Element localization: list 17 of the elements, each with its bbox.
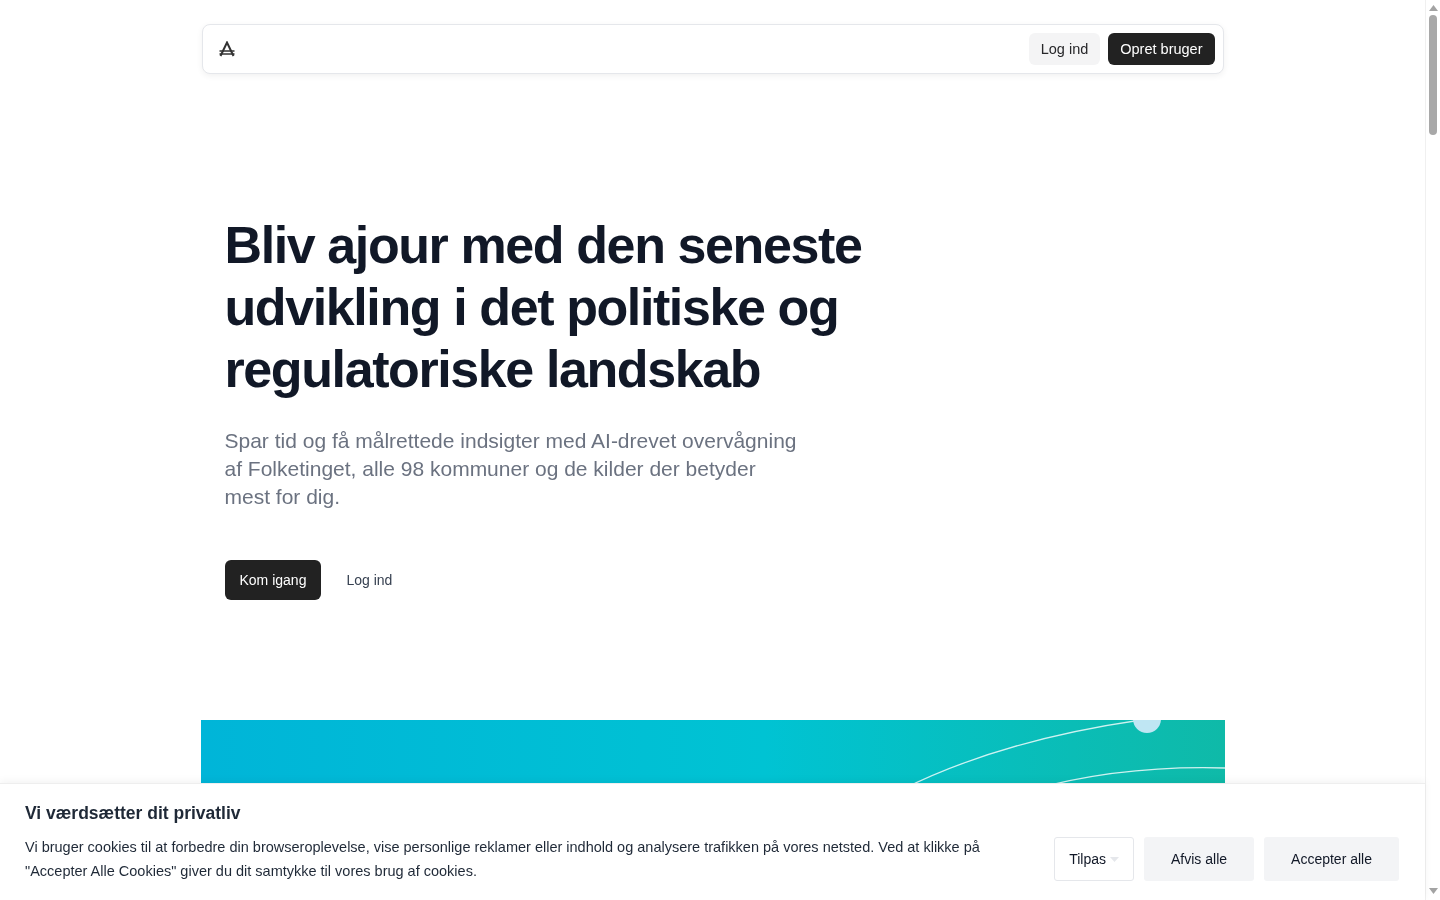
hero-link-button[interactable]: Log ind [331,560,408,600]
down-arrow-icon[interactable] [1428,888,1438,894]
cookie-dropdown-button[interactable]: Tilpas [1054,837,1135,881]
scrollbar-thumb[interactable] [1429,15,1437,135]
logo-icon [218,41,235,57]
hero-button[interactable]: Kom igang [224,560,322,600]
cookie-title: Vi værdsætter dit privatliv [25,802,242,824]
cookie-button[interactable]: Afvis alle [1144,837,1255,881]
nav-button[interactable]: Opret bruger [1108,33,1215,65]
hero-subtitle: Spar tid og få målrettede indsigter med AI-drevet overvågning af Folketinget, alle 98 kommuner og de kilder der betyder mest for dig. [224,428,798,510]
scrollbar[interactable] [1425,0,1440,900]
hero-heading: Bliv ajour med den seneste udvikling i det politiske og regulatoriske landskab [224,215,863,400]
caret-icon [1110,856,1120,862]
up-arrow-icon[interactable] [1428,5,1438,11]
cookie-text: Vi bruger cookies til at forbedre din browseroplevelse, vise personlige reklamer eller indhold og analysere trafikken på vores netsted. Ved at klikke på "Accepter Alle Cookies" giver du dit samtykke til vores brug af cookies. [25,838,981,881]
cookie-button[interactable]: Accepter alle [1264,837,1399,881]
nav-button[interactable]: Log ind [1028,33,1101,65]
